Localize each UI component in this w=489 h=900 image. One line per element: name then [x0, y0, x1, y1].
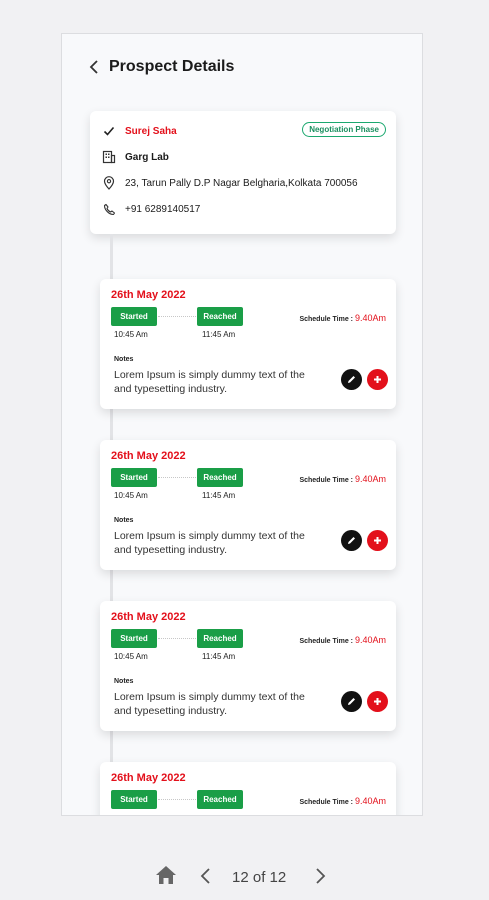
header: Prospect Details [62, 34, 422, 96]
visit-card: 26th May 2022 Started Reached 10:45 Am 1… [100, 440, 396, 570]
back-arrow-icon[interactable] [84, 56, 106, 78]
plus-icon [374, 537, 381, 544]
reached-status: Reached [197, 468, 243, 487]
home-icon[interactable] [154, 864, 178, 891]
notes-text: Lorem Ipsum is simply dummy text of the … [114, 530, 305, 556]
schedule-label: Schedule Time : [299, 638, 354, 645]
visit-date: 26th May 2022 [111, 772, 186, 784]
add-button[interactable] [367, 691, 388, 712]
phone-icon [102, 202, 116, 216]
reached-status: Reached [197, 790, 243, 809]
status-connector [158, 799, 196, 800]
schedule-label: Schedule Time : [299, 799, 354, 806]
schedule-value: 9.40Am [354, 635, 386, 645]
address-row: 23, Tarun Pally D.P Nagar Belgharia,Kolk… [102, 173, 358, 193]
next-page-icon[interactable] [313, 867, 327, 890]
plus-icon [374, 698, 381, 705]
phone-number[interactable]: +91 6289140517 [125, 204, 200, 215]
phase-badge: Negotiation Phase [302, 122, 386, 137]
page-indicator: 12 of 12 [232, 869, 287, 886]
phone-row[interactable]: +91 6289140517 [102, 199, 200, 219]
started-time: 10:45 Am [114, 491, 148, 500]
visit-date: 26th May 2022 [111, 289, 186, 301]
notes-label: Notes [114, 678, 134, 685]
schedule-label: Schedule Time : [299, 477, 354, 484]
location-pin-icon [102, 176, 116, 190]
address-text: 23, Tarun Pally D.P Nagar Belgharia,Kolk… [125, 177, 358, 189]
edit-button[interactable] [341, 691, 362, 712]
started-status: Started [111, 790, 157, 809]
started-time: 10:45 Am [114, 652, 148, 661]
schedule-time: Schedule Time : 9.40Am [299, 474, 386, 484]
started-time: 10:45 Am [114, 330, 148, 339]
edit-button[interactable] [341, 530, 362, 551]
building-icon [102, 150, 116, 164]
notes-text: Lorem Ipsum is simply dummy text of the … [114, 369, 305, 395]
reached-status: Reached [197, 307, 243, 326]
status-connector [158, 477, 196, 478]
schedule-time: Schedule Time : 9.40Am [299, 313, 386, 323]
schedule-label: Schedule Time : [299, 316, 354, 323]
reached-time: 11:45 Am [202, 652, 236, 661]
notes-label: Notes [114, 517, 134, 524]
app-screen: Prospect Details Surej Saha Negotiation … [61, 33, 423, 816]
add-button[interactable] [367, 369, 388, 390]
company-name: Garg Lab [125, 151, 169, 163]
schedule-time: Schedule Time : 9.40Am [299, 796, 386, 806]
status-connector [158, 316, 196, 317]
schedule-value: 9.40Am [354, 474, 386, 484]
previous-page-icon[interactable] [199, 867, 213, 890]
pencil-icon [348, 698, 355, 705]
page-title: Prospect Details [109, 58, 235, 75]
prospect-name: Surej Saha [125, 125, 177, 137]
schedule-time: Schedule Time : 9.40Am [299, 635, 386, 645]
plus-icon [374, 376, 381, 383]
pagination-bar: 12 of 12 [0, 850, 489, 900]
company-row: Garg Lab [102, 147, 169, 167]
pencil-icon [348, 537, 355, 544]
visit-date: 26th May 2022 [111, 611, 186, 623]
visit-card: 26th May 2022 Started Reached 10:45 Am 1… [100, 279, 396, 409]
visit-date: 26th May 2022 [111, 450, 186, 462]
edit-button[interactable] [341, 369, 362, 390]
reached-time: 11:45 Am [202, 491, 236, 500]
check-icon [102, 124, 116, 138]
pencil-icon [348, 376, 355, 383]
prospect-info-card: Surej Saha Negotiation Phase Garg Lab 23… [90, 111, 396, 234]
notes-text: Lorem Ipsum is simply dummy text of the … [114, 691, 305, 717]
visit-card: 26th May 2022 Started Reached 10:45 Am 1… [100, 601, 396, 731]
started-status: Started [111, 629, 157, 648]
reached-status: Reached [197, 629, 243, 648]
started-status: Started [111, 307, 157, 326]
schedule-value: 9.40Am [354, 313, 386, 323]
started-status: Started [111, 468, 157, 487]
notes-label: Notes [114, 356, 134, 363]
status-connector [158, 638, 196, 639]
add-button[interactable] [367, 530, 388, 551]
name-row: Surej Saha [102, 121, 177, 141]
visit-card: 26th May 2022 Started Reached Schedule T… [100, 762, 396, 815]
schedule-value: 9.40Am [354, 796, 386, 806]
reached-time: 11:45 Am [202, 330, 236, 339]
